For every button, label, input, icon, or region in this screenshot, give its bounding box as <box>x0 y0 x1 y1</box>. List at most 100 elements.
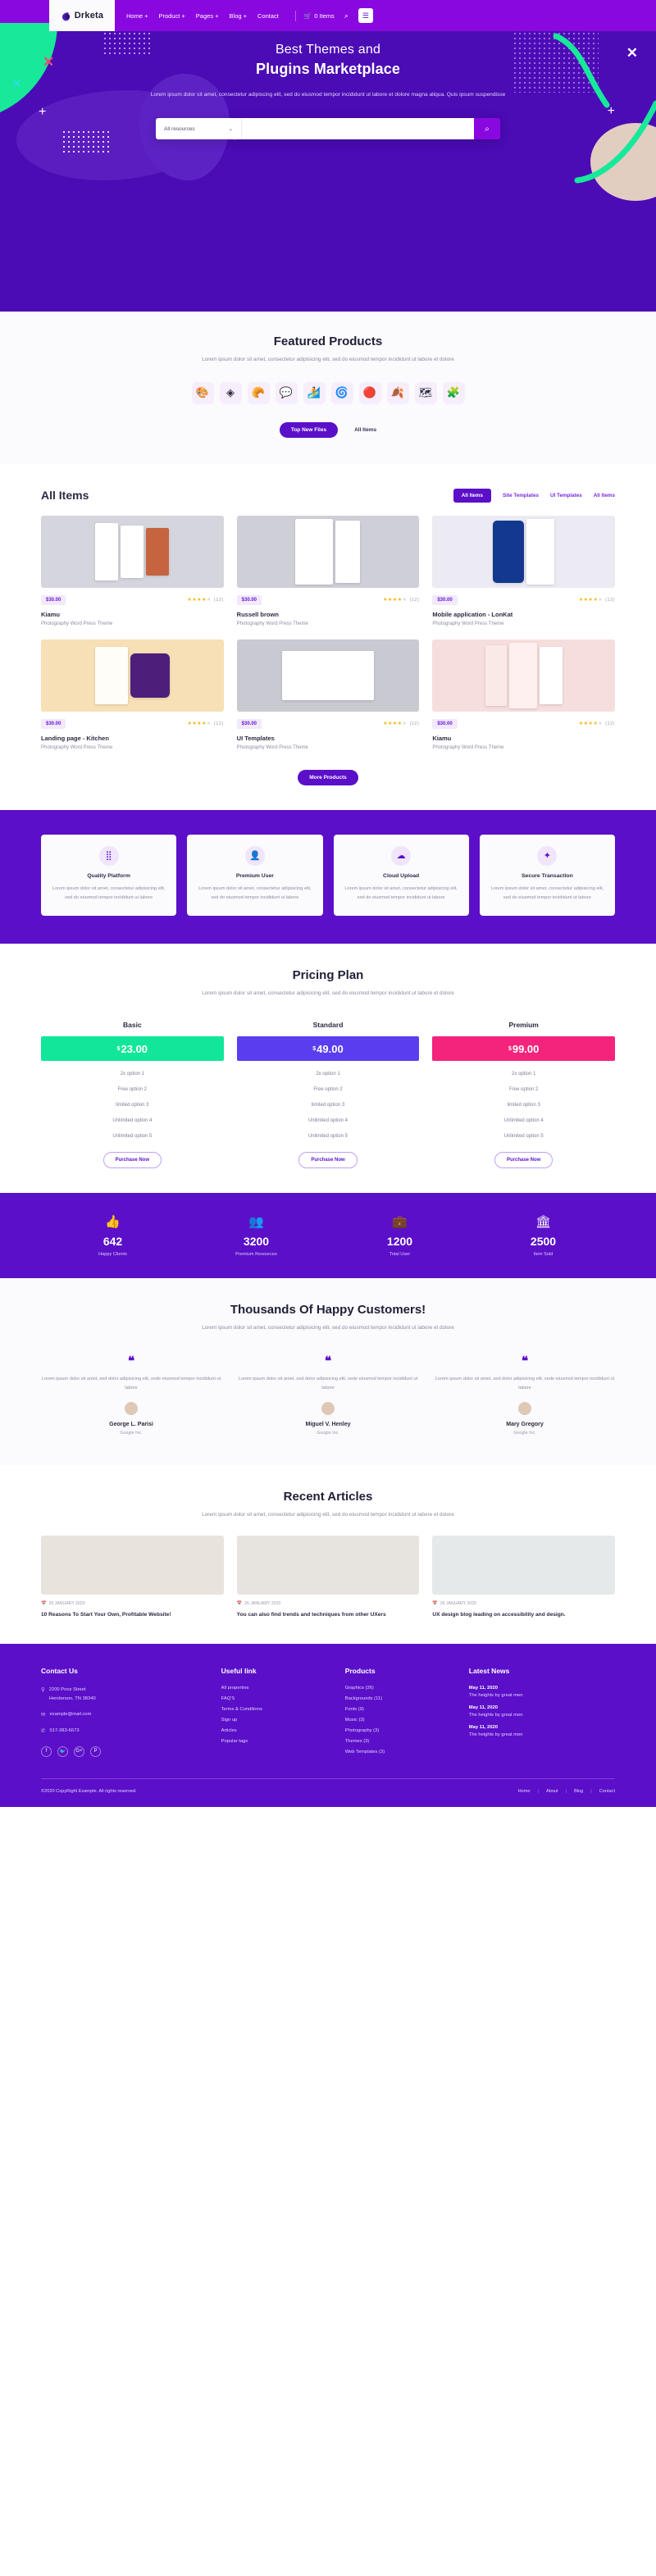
footer-nav-blog[interactable]: Blog <box>574 1789 583 1794</box>
footer-link[interactable]: Themes (3) <box>345 1739 458 1744</box>
nav-item-blog[interactable]: Blog + <box>230 12 247 20</box>
feature-title: Premium User <box>235 872 274 879</box>
purchase-now-button[interactable]: Purchase Now <box>298 1152 358 1168</box>
all-items-title: All Items <box>41 489 89 503</box>
avatar <box>518 1402 531 1416</box>
footer-nav-contact[interactable]: Contact <box>599 1789 615 1794</box>
email-text: example@mail.com <box>49 1711 92 1717</box>
users-icon: 👥 <box>248 1215 264 1229</box>
product-card[interactable]: $30.00 ★★★★★ (12) Kiamu Photography Word … <box>432 639 615 750</box>
product-card[interactable]: $30.00 ★★★★★ (12) Landing page - Kitchen … <box>41 639 224 750</box>
filter-ui-templates[interactable]: UI Templates <box>550 493 582 498</box>
featured-icon-tile[interactable]: 🎨 <box>191 381 214 404</box>
filter-all-items[interactable]: All Items <box>453 488 492 503</box>
featured-icon-tile[interactable]: 🗺 <box>414 381 437 404</box>
footer-nav-about[interactable]: About <box>546 1789 558 1794</box>
feature-title: Secure Transaction <box>522 872 573 879</box>
google-plus-icon[interactable]: G+ <box>74 1745 84 1757</box>
purchase-now-button[interactable]: Purchase Now <box>494 1152 554 1168</box>
purchase-now-button[interactable]: Purchase Now <box>102 1152 162 1168</box>
stat-label: Premium Resources <box>235 1252 277 1257</box>
twitter-icon[interactable]: 🐦 <box>57 1745 68 1757</box>
footer-link[interactable]: Popular tags <box>221 1739 334 1744</box>
facebook-icon[interactable]: f <box>41 1745 52 1757</box>
search-icon[interactable]: ⌕ <box>344 11 348 20</box>
featured-icon-tile[interactable]: 🔴 <box>358 381 381 404</box>
feature-card: ☁ Cloud Upload Lorem ipsum dolor sit ame… <box>333 834 469 917</box>
footer-link[interactable]: Articles <box>221 1728 334 1733</box>
article-thumbnail <box>236 1536 420 1595</box>
footer-link[interactable]: All properties <box>221 1686 334 1691</box>
all-items-link[interactable]: All Items <box>354 427 376 433</box>
featured-icon-tile[interactable]: 🌀 <box>330 381 353 404</box>
resource-category-select[interactable]: All resources ⌄ <box>156 118 242 140</box>
footer-link[interactable]: FAQ'S <box>221 1696 334 1701</box>
nav-item-home[interactable]: Home + <box>126 12 148 20</box>
feature-card: ⣿ Quality Platform Lorem ipsum dolor sit… <box>41 834 177 917</box>
hamburger-icon[interactable]: ☰ <box>358 8 373 23</box>
footer-link[interactable]: Sign up <box>221 1718 334 1723</box>
footer-phone[interactable]: ✆ 517-383-6673 <box>41 1727 210 1736</box>
product-rating: ★★★★★ (12) <box>578 598 615 603</box>
footer-link[interactable]: Photography (3) <box>345 1728 458 1733</box>
article-card[interactable]: 📅 26 JANUARY 2020 You can also find tren… <box>236 1536 420 1619</box>
plan-currency: $ <box>508 1045 512 1052</box>
filter-site-templates[interactable]: Site Templates <box>503 493 539 498</box>
all-items-section: All Items All Items Site Templates UI Te… <box>0 464 656 810</box>
item-filters: All Items Site Templates UI Templates Al… <box>453 488 615 503</box>
filter-all-items-2[interactable]: All Items <box>594 493 615 498</box>
article-card[interactable]: 📅 26 JANUARY 2020 UX design blog leading… <box>432 1536 615 1619</box>
top-new-files-button[interactable]: Top New Files <box>279 421 339 438</box>
nav-item-contact[interactable]: Contact <box>257 12 279 20</box>
cart-button[interactable]: 🛒 0 Items <box>304 12 335 20</box>
nav-item-pages[interactable]: Pages + <box>196 12 219 20</box>
footer-nav-home[interactable]: Home <box>518 1789 531 1794</box>
article-date-text: 26 JANUARY 2020 <box>244 1601 281 1606</box>
footer-link[interactable]: Backgrounds (11) <box>345 1696 458 1701</box>
footer-link[interactable]: Graphics (26) <box>345 1686 458 1691</box>
featured-icon-tile[interactable]: 💬 <box>275 381 298 404</box>
featured-icon-tile[interactable]: 🍂 <box>386 381 409 404</box>
footer-link[interactable]: Fonts (9) <box>345 1707 458 1712</box>
features-section: ⣿ Quality Platform Lorem ipsum dolor sit… <box>0 809 656 944</box>
testimonial-name: Mary Gregory <box>506 1422 544 1428</box>
pinterest-icon[interactable]: P <box>90 1745 101 1757</box>
logo[interactable]: Drketa <box>49 0 115 31</box>
search-submit-button[interactable]: ⌕ <box>474 118 500 140</box>
product-subtitle: Photography Word Press Theme <box>41 621 113 626</box>
product-subtitle: Photography Word Press Theme <box>432 744 504 750</box>
address-line-1: 2200 Pooz Street <box>48 1687 86 1693</box>
product-card[interactable]: $30.00 ★★★★★ (12) UI Templates Photograph… <box>236 639 420 750</box>
footer-news-heading: Latest News <box>468 1667 510 1676</box>
footer-link[interactable]: Web Templates (3) <box>345 1750 458 1755</box>
featured-icon-tile[interactable]: 🧩 <box>442 381 465 404</box>
feature-card: ✦ Secure Transaction Lorem ipsum dolor s… <box>479 834 615 917</box>
featured-icon-tile[interactable]: 🏄 <box>303 381 326 404</box>
footer-email[interactable]: ✉ example@mail.com <box>41 1710 210 1720</box>
footer-link[interactable]: Terms & Conditions <box>221 1707 334 1712</box>
product-title: UI Templates <box>236 734 275 742</box>
news-item[interactable]: May 11, 2020 The heights by great men <box>469 1686 615 1698</box>
featured-icon-tile[interactable]: ◈ <box>219 381 242 404</box>
calendar-icon: 📅 <box>41 1601 47 1606</box>
product-title: Russell brown <box>236 610 279 618</box>
pricing-title: Pricing Plan <box>292 968 364 983</box>
featured-icon-tile[interactable]: 🥐 <box>247 381 270 404</box>
search-input[interactable] <box>242 118 474 140</box>
product-card[interactable]: $30.00 ★★★★★ (12) Russell brown Photograp… <box>236 515 420 626</box>
product-card[interactable]: $30.00 ★★★★★ (12) Kiamu Photography Word … <box>41 515 224 626</box>
product-card[interactable]: $30.00 ★★★★★ (12) Mobile application - Lo… <box>432 515 615 626</box>
testimonial-role: Google Inc. <box>317 1431 339 1436</box>
stat-item: 👍 642 Happy Clients <box>41 1214 184 1257</box>
stat-item: 💼 1200 Total User <box>328 1214 472 1257</box>
hero-paragraph: Lorem ipsum dolor sit amet, consectetur … <box>150 92 506 98</box>
calendar-icon: 📅 <box>432 1601 438 1606</box>
footer-link[interactable]: Music (3) <box>345 1718 458 1723</box>
news-item[interactable]: May 11, 2020 The heights by great men <box>469 1705 615 1718</box>
resource-category-value: All resources <box>164 125 195 132</box>
more-products-button[interactable]: More Products <box>298 769 358 785</box>
article-card[interactable]: 📅 26 JANUARY 2020 10 Reasons To Start Yo… <box>41 1536 224 1619</box>
nav-item-product[interactable]: Product + <box>158 12 184 20</box>
product-thumbnail <box>432 515 615 588</box>
news-item[interactable]: May 11, 2020 The heights by great men <box>469 1725 615 1737</box>
